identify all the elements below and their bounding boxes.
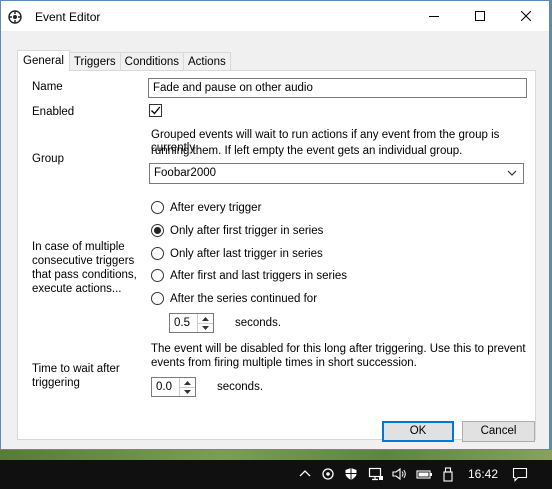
chevron-down-icon: [507, 170, 517, 176]
group-description-line-2: running them. If left empty the event ge…: [151, 145, 463, 157]
radio-label-after-first-and-last[interactable]: After first and last triggers in series: [170, 270, 347, 283]
minimize-icon: [429, 16, 439, 17]
series-seconds-value: 0.5: [174, 317, 190, 329]
event-editor-window: Event Editor General Triggers Conditions…: [0, 0, 550, 450]
mode-label-line-1: In case of multiple: [32, 241, 125, 253]
arrow-down-icon: [202, 325, 209, 330]
radio-after-first-and-last[interactable]: [151, 269, 164, 282]
mode-label-line-4: execute actions...: [32, 283, 122, 295]
taskbar: 16:42: [0, 460, 552, 489]
tab-strip: General Triggers Conditions Actions: [17, 50, 231, 71]
arrow-down-icon: [184, 389, 191, 394]
stepper-down-button[interactable]: [180, 387, 195, 396]
group-dropdown-value: Foobar2000: [154, 167, 217, 179]
notifications-icon[interactable]: [512, 467, 528, 482]
shield-icon[interactable]: [344, 467, 358, 481]
tab-triggers[interactable]: Triggers: [68, 52, 121, 71]
wait-description-line-1: The event will be disabled for this long…: [151, 343, 526, 355]
maximize-icon: [475, 11, 485, 21]
group-dropdown[interactable]: Foobar2000: [149, 163, 524, 184]
enabled-checkbox[interactable]: [149, 104, 162, 117]
radio-label-after-every-trigger[interactable]: After every trigger: [170, 202, 261, 215]
radio-only-after-last-trigger[interactable]: [151, 247, 164, 260]
stepper-buttons: [197, 314, 213, 332]
radio-label-only-after-last-trigger[interactable]: Only after last trigger in series: [170, 248, 323, 261]
stepper-down-button[interactable]: [198, 323, 213, 332]
battery-icon[interactable]: [416, 467, 433, 481]
close-button[interactable]: [503, 1, 549, 31]
arrow-up-icon: [184, 380, 191, 385]
wait-seconds-stepper[interactable]: 0.0: [151, 377, 196, 397]
general-tab-panel: Name Fade and pause on other audio Enabl…: [17, 70, 536, 440]
name-field[interactable]: Fade and pause on other audio: [148, 78, 527, 98]
series-seconds-stepper[interactable]: 0.5: [169, 313, 214, 333]
app-tray-icon[interactable]: [321, 467, 335, 481]
close-icon: [521, 11, 531, 21]
minimize-button[interactable]: [411, 1, 457, 31]
ok-button[interactable]: OK: [382, 421, 454, 442]
tab-conditions[interactable]: Conditions: [119, 52, 185, 71]
checkmark-icon: [151, 106, 161, 115]
wait-seconds-value: 0.0: [156, 381, 172, 393]
wait-label-line-1: Time to wait after: [32, 363, 120, 375]
series-seconds-unit: seconds.: [235, 317, 282, 329]
mode-label-line-3: that pass conditions,: [32, 269, 137, 281]
app-icon: [8, 10, 22, 24]
dialog-client-area: General Triggers Conditions Actions Name…: [1, 31, 549, 449]
usb-drive-icon[interactable]: [442, 467, 454, 482]
radio-after-every-trigger[interactable]: [151, 201, 164, 214]
stepper-buttons: [179, 378, 195, 396]
group-label: Group: [32, 153, 64, 165]
enabled-label: Enabled: [32, 106, 75, 118]
maximize-button[interactable]: [457, 1, 503, 31]
window-title: Event Editor: [35, 10, 101, 24]
arrow-up-icon: [202, 316, 209, 321]
volume-icon[interactable]: [392, 467, 408, 481]
tab-general[interactable]: General: [17, 50, 70, 71]
radio-only-after-first-trigger[interactable]: [151, 224, 164, 237]
radio-label-only-after-first-trigger[interactable]: Only after first trigger in series: [170, 225, 323, 238]
radio-after-series-continued[interactable]: [151, 292, 164, 305]
network-icon[interactable]: [368, 467, 384, 481]
mode-label-line-2: consecutive triggers: [32, 255, 135, 267]
title-bar[interactable]: Event Editor: [1, 1, 549, 31]
wait-description-line-2: events from firing multiple times in sho…: [151, 357, 417, 369]
chevron-up-icon[interactable]: [298, 467, 312, 481]
radio-label-after-series-continued[interactable]: After the series continued for: [170, 293, 317, 306]
tab-actions[interactable]: Actions: [183, 52, 231, 71]
wait-seconds-unit: seconds.: [217, 381, 264, 393]
wait-label-line-2: triggering: [32, 377, 80, 389]
cancel-button[interactable]: Cancel: [462, 421, 535, 442]
name-label: Name: [32, 81, 63, 93]
desktop-wallpaper: [0, 450, 552, 460]
clock[interactable]: 16:42: [468, 467, 498, 481]
